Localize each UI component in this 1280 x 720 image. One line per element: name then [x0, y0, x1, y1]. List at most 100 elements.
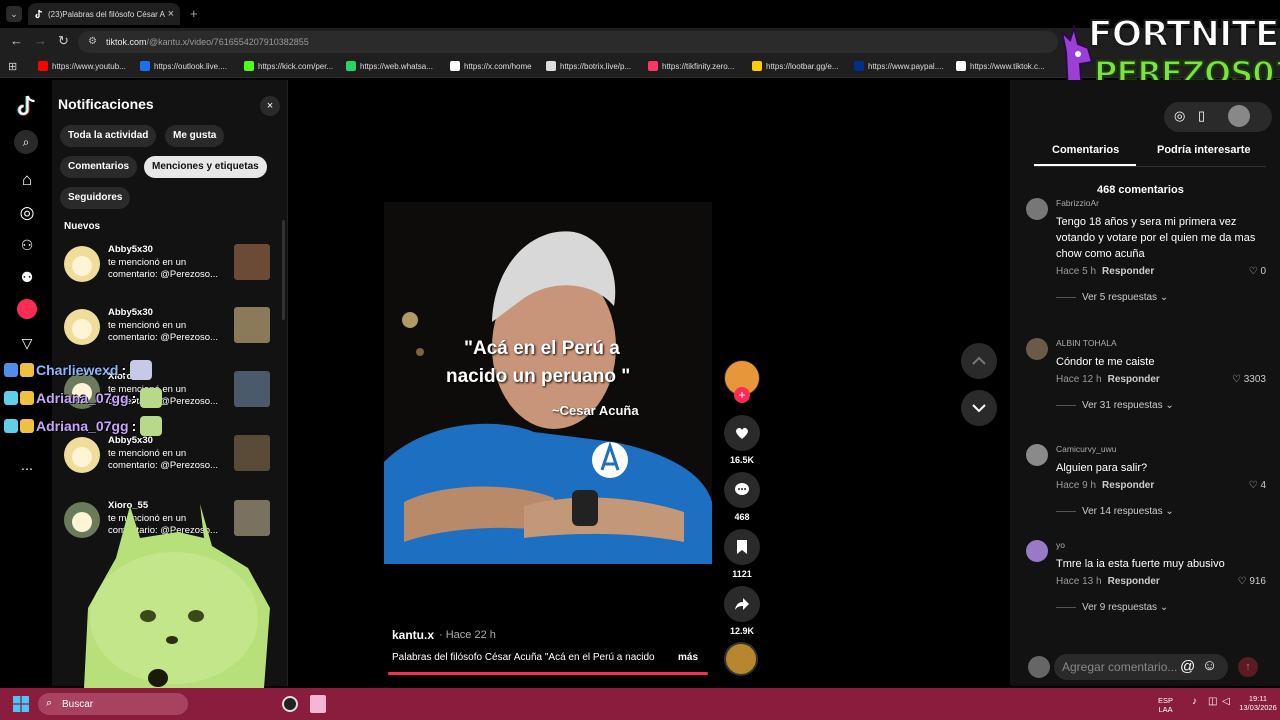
notification-user[interactable]: Abby5x30 — [108, 244, 228, 257]
bookmark-item[interactable]: https://x.com/home — [450, 61, 532, 71]
view-replies-button[interactable]: Ver 14 respuestas ⌄ — [1056, 506, 1174, 517]
tiktok-logo-icon[interactable] — [16, 94, 38, 118]
following-icon[interactable]: ⚇ — [14, 232, 40, 258]
comment-likes[interactable]: ♡ 916 — [1238, 576, 1266, 587]
friends-icon[interactable]: ⚉ — [14, 264, 40, 290]
notification-user[interactable]: Abby5x30 — [108, 435, 228, 448]
chip-followers[interactable]: Seguidores — [60, 187, 131, 209]
language-indicator[interactable]: ESP LAA — [1158, 696, 1173, 714]
chip-all-activity[interactable]: Toda la actividad — [60, 125, 157, 147]
chip-mentions[interactable]: Menciones y etiquetas — [144, 156, 267, 178]
notification-user[interactable]: Abby5x30 — [108, 307, 228, 320]
user-avatar[interactable] — [64, 437, 100, 473]
user-avatar[interactable] — [64, 309, 100, 345]
reply-button[interactable]: Responder — [1102, 266, 1154, 277]
clock[interactable]: 19:11 13/03/2026 — [1238, 694, 1278, 712]
chat-separator: : — [131, 418, 137, 434]
new-tab-button[interactable]: + — [190, 6, 198, 21]
bookmark-icon[interactable] — [724, 529, 760, 565]
address-bar[interactable]: ⚙ tiktok.com/@kantu.x/video/761655420791… — [78, 31, 1058, 53]
app-obs-icon[interactable] — [282, 696, 298, 712]
inbox-send-icon[interactable]: ▽ — [14, 330, 40, 356]
close-notifications-icon[interactable]: × — [260, 96, 280, 116]
tab-suggested[interactable]: Podría interesarte — [1157, 144, 1251, 156]
close-tab-icon[interactable]: × — [168, 8, 174, 20]
music-disc-icon[interactable] — [724, 642, 758, 676]
explore-compass-icon[interactable]: ◎ — [14, 200, 40, 226]
home-icon[interactable]: ⌂ — [14, 167, 40, 193]
video-thumbnail[interactable] — [234, 307, 270, 343]
comment-input[interactable]: Agregar comentario... @ ☺ — [1054, 654, 1228, 680]
reply-button[interactable]: Responder — [1102, 480, 1154, 491]
video-progress-bar[interactable] — [388, 672, 708, 675]
comment-likes[interactable]: ♡ 3303 — [1232, 374, 1266, 385]
bookmark-item[interactable]: https://www.paypal.... — [854, 61, 944, 71]
commenter-avatar[interactable] — [1026, 338, 1048, 360]
user-avatar[interactable] — [64, 246, 100, 282]
commenter-avatar[interactable] — [1026, 444, 1048, 466]
bookmark-item[interactable]: https://outlook.live.... — [140, 61, 227, 71]
network-icon[interactable]: ◫ — [1208, 696, 1217, 707]
browser-tab-active[interactable]: (23)Palabras del filósofo César A × — [28, 3, 180, 25]
reply-button[interactable]: Responder — [1108, 576, 1160, 587]
view-replies-button[interactable]: Ver 9 respuestas ⌄ — [1056, 602, 1168, 613]
windows-start-icon[interactable] — [13, 696, 29, 712]
next-video-chevron-icon[interactable] — [961, 390, 997, 426]
bookmark-item[interactable]: https://tikfinity.zero... — [648, 61, 734, 71]
comment-user[interactable]: FabrizzioAr — [1056, 198, 1099, 208]
video-thumbnail[interactable] — [234, 244, 270, 280]
video-player[interactable]: "Acá en el Perú a nacido un peruano " ~C… — [384, 202, 712, 564]
live-icon[interactable] — [14, 296, 40, 322]
more-dots-icon[interactable]: ⋯ — [14, 456, 40, 482]
comment-user[interactable]: ALBIN TOHALA — [1056, 338, 1117, 348]
more-link[interactable]: más — [678, 652, 698, 663]
bookmark-item[interactable]: https://www.youtub... — [38, 61, 126, 71]
emoji-icon[interactable]: ☺ — [1202, 657, 1217, 674]
notifications-scrollbar[interactable] — [282, 220, 285, 320]
notification-item[interactable]: Abby5x30 te mencionó en un comentario: @Pe… — [64, 307, 272, 351]
notification-item[interactable]: Abby5x30 te mencionó en un comentario: @Pe… — [64, 244, 272, 288]
share-arrow-icon[interactable] — [724, 586, 760, 622]
bookmark-item[interactable]: https://kick.com/per... — [244, 61, 333, 71]
profile-avatar[interactable] — [1228, 105, 1250, 127]
follow-plus-icon[interactable]: + — [734, 387, 750, 403]
bookmark-item[interactable]: https://www.tiktok.c... — [956, 61, 1045, 71]
notification-item[interactable]: Abby5x30 te mencionó en un comentario: @Pe… — [64, 435, 272, 479]
forward-arrow-icon[interactable]: → — [34, 33, 47, 48]
comment-likes[interactable]: ♡ 0 — [1249, 266, 1266, 277]
compass-tool-icon[interactable]: ◎ — [1174, 108, 1185, 124]
search-icon[interactable]: ⌕ — [14, 130, 38, 154]
reply-button[interactable]: Responder — [1108, 374, 1160, 385]
bookmark-item[interactable]: https://lootbar.gg/e... — [752, 61, 839, 71]
tab-search-icon[interactable]: ⌄ — [6, 6, 22, 22]
send-arrow-icon[interactable]: ↑ — [1238, 657, 1258, 677]
site-info-icon[interactable]: ⚙ — [88, 36, 97, 47]
bookmark-item[interactable]: https://web.whatsa... — [346, 61, 433, 71]
volume-icon[interactable]: ◁ — [1222, 696, 1230, 707]
mic-icon[interactable]: ♪ — [1192, 696, 1197, 707]
view-replies-button[interactable]: Ver 5 respuestas ⌄ — [1056, 292, 1168, 303]
back-arrow-icon[interactable]: ← — [10, 33, 23, 48]
like-heart-icon[interactable] — [724, 415, 760, 451]
app-pink-icon[interactable] — [310, 695, 326, 713]
video-thumbnail[interactable] — [234, 435, 270, 471]
tab-comments[interactable]: Comentarios — [1052, 144, 1119, 156]
commenter-avatar[interactable] — [1026, 540, 1048, 562]
previous-video-chevron-icon[interactable] — [961, 343, 997, 379]
reload-icon[interactable]: ↻ — [58, 33, 69, 49]
comment-user[interactable]: Camicurvy_uwu — [1056, 444, 1116, 454]
chip-comments[interactable]: Comentarios — [60, 156, 138, 178]
mention-at-icon[interactable]: @ — [1180, 658, 1195, 675]
commenter-avatar[interactable] — [1026, 198, 1048, 220]
device-tool-icon[interactable]: ▯ — [1198, 108, 1205, 124]
video-thumbnail[interactable] — [234, 371, 270, 407]
video-author[interactable]: kantu.x — [392, 628, 434, 642]
comment-user[interactable]: yo — [1056, 540, 1065, 550]
taskbar-search[interactable]: ⌕ Buscar — [38, 693, 188, 715]
chip-likes[interactable]: Me gusta — [165, 125, 225, 147]
bookmark-item[interactable]: https://botrix.live/p... — [546, 61, 631, 71]
apps-grid-icon[interactable]: ⊞ — [8, 60, 17, 73]
view-replies-button[interactable]: Ver 31 respuestas ⌄ — [1056, 400, 1174, 411]
comment-bubble-icon[interactable] — [724, 472, 760, 508]
comment-likes[interactable]: ♡ 4 — [1249, 480, 1266, 491]
